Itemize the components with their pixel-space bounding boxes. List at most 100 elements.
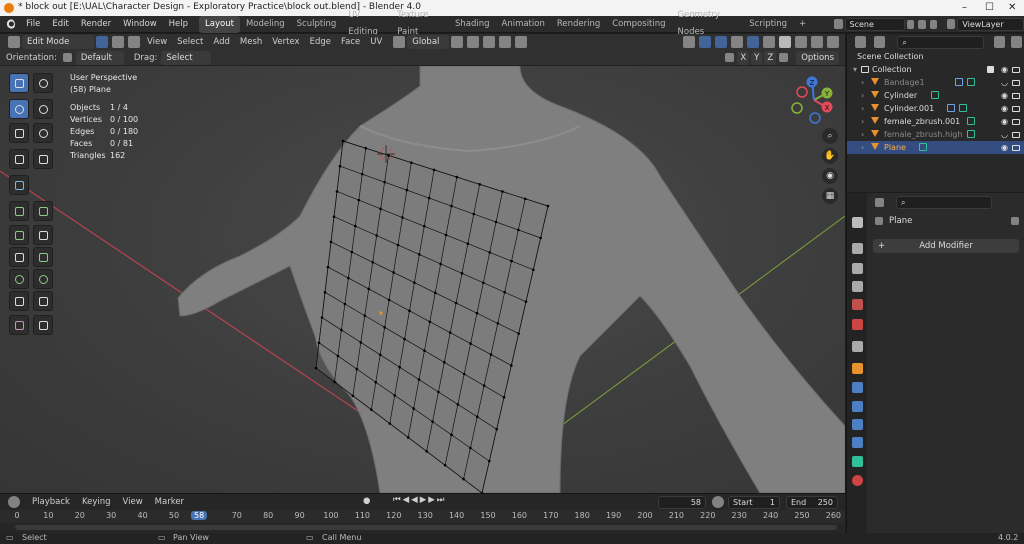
material-shading-icon[interactable]: [795, 36, 807, 48]
end-frame-field[interactable]: End 250: [786, 496, 838, 509]
gizmo-toggle-icon[interactable]: [699, 36, 711, 48]
inset-tool[interactable]: [33, 201, 53, 221]
rendered-shading-icon[interactable]: [811, 36, 823, 48]
transform-dropdown[interactable]: Global: [407, 35, 450, 49]
menu-uv[interactable]: UV: [365, 37, 387, 47]
checkbox-icon[interactable]: [987, 66, 994, 73]
outliner-item[interactable]: › Cylinder.001 ◉: [847, 102, 1024, 115]
pivot-icon[interactable]: [451, 36, 464, 48]
outliner-item[interactable]: › Bandage1 ◡: [847, 76, 1024, 89]
orientation-dropdown[interactable]: Default: [75, 50, 124, 65]
tool-tab-icon[interactable]: [852, 217, 863, 228]
add-cube-tool[interactable]: [9, 175, 29, 195]
transform-tool[interactable]: [33, 123, 53, 143]
menu-select[interactable]: Select: [172, 37, 208, 47]
snap-target-icon[interactable]: [483, 36, 496, 48]
render-tab-icon[interactable]: [852, 243, 863, 254]
object-tab-icon[interactable]: [852, 363, 863, 374]
timeline-editor-type-icon[interactable]: [8, 496, 20, 508]
measure-tool[interactable]: [33, 149, 53, 169]
pin-icon[interactable]: [1011, 217, 1019, 225]
camera-icon[interactable]: [1012, 93, 1020, 99]
output-tab-icon[interactable]: [852, 263, 863, 274]
eye-icon[interactable]: ◉: [1001, 63, 1008, 76]
menu-marker[interactable]: Marker: [149, 497, 190, 507]
eye-icon[interactable]: ◡: [1001, 128, 1008, 141]
material-tab-icon[interactable]: [852, 475, 863, 486]
workspace-tab-animation[interactable]: Animation: [496, 16, 551, 33]
snap-icon[interactable]: [467, 36, 480, 48]
wireframe-shading-icon[interactable]: [763, 36, 775, 48]
menu-help[interactable]: Help: [163, 16, 194, 33]
timeline-scrollbar[interactable]: [15, 525, 837, 530]
falloff-icon[interactable]: [515, 36, 528, 48]
edge-slide-tool[interactable]: [9, 291, 29, 311]
scale-tool[interactable]: [9, 123, 29, 143]
shear-tool[interactable]: [9, 315, 29, 335]
camera-view-icon[interactable]: ◉: [822, 168, 838, 184]
pan-hand-icon[interactable]: ✋: [822, 148, 838, 164]
shading-options-icon[interactable]: [827, 36, 839, 48]
properties-editor-type-icon[interactable]: [875, 198, 884, 207]
camera-icon[interactable]: [1012, 145, 1020, 151]
mirror-z-toggle[interactable]: Z: [764, 50, 777, 65]
smooth-tool[interactable]: [33, 269, 53, 289]
new-collection-icon[interactable]: [1010, 36, 1023, 48]
rip-tool[interactable]: [33, 315, 53, 335]
scene-collection-row[interactable]: Scene Collection: [847, 50, 1024, 63]
physics-tab-icon[interactable]: [852, 419, 863, 430]
camera-icon[interactable]: [1012, 132, 1020, 138]
modifier-tab-icon[interactable]: [852, 382, 863, 393]
outliner-search-input[interactable]: ⌕: [897, 35, 984, 49]
transform-orientation-icon[interactable]: [393, 36, 406, 48]
face-select-icon[interactable]: [128, 36, 140, 48]
knife-tool[interactable]: [9, 247, 29, 267]
add-workspace-button[interactable]: +: [793, 16, 812, 33]
move-tool[interactable]: [9, 99, 29, 119]
menu-edge[interactable]: Edge: [305, 37, 336, 47]
extrude-tool[interactable]: [9, 201, 29, 221]
clock-icon[interactable]: [712, 496, 724, 508]
view-layer-icon[interactable]: [947, 19, 956, 29]
eye-icon[interactable]: ◉: [1001, 115, 1008, 128]
scene-icon[interactable]: [834, 19, 843, 29]
3d-viewport[interactable]: User Perspective (58) Plane Objects 1 / 4…: [0, 66, 845, 493]
shrink-fatten-tool[interactable]: [33, 291, 53, 311]
mesh-overlay-icon[interactable]: [731, 36, 743, 48]
maximize-icon[interactable]: ☐: [985, 2, 994, 13]
start-frame-field[interactable]: Start 1: [728, 496, 780, 509]
camera-icon[interactable]: [1012, 106, 1020, 112]
outliner-item[interactable]: › female_zbrush.001 ◉: [847, 115, 1024, 128]
menu-window[interactable]: Window: [117, 16, 163, 33]
mode-dropdown[interactable]: Edit Mode: [22, 35, 94, 49]
bevel-tool[interactable]: [9, 225, 29, 245]
poly-build-tool[interactable]: [33, 247, 53, 267]
outliner-editor-type-icon[interactable]: [855, 36, 867, 48]
options-dropdown[interactable]: Options: [796, 50, 839, 65]
outliner-item[interactable]: › female_zbrush.high ◡: [847, 128, 1024, 141]
view-layer-field[interactable]: ViewLayer: [957, 17, 1024, 31]
collection-tab-icon[interactable]: [852, 341, 863, 352]
playback-controls-icon[interactable]: ⏮◀◀▶▶⏭: [393, 495, 446, 505]
record-icon[interactable]: ●: [363, 496, 370, 506]
proportional-edit-icon[interactable]: [499, 36, 512, 48]
view-object-types-icon[interactable]: [683, 36, 695, 48]
xray-toggle-icon[interactable]: [747, 36, 759, 48]
workspace-tab-rendering[interactable]: Rendering: [551, 16, 606, 33]
menu-view[interactable]: View: [142, 37, 172, 47]
menu-edit[interactable]: Edit: [46, 16, 74, 33]
mirror-x-toggle[interactable]: X: [737, 50, 750, 65]
menu-playback[interactable]: Playback: [22, 497, 76, 507]
menu-render[interactable]: Render: [75, 16, 117, 33]
mirror-icon[interactable]: [725, 53, 735, 62]
constraints-tab-icon[interactable]: [852, 437, 863, 448]
eye-icon[interactable]: ◡: [1001, 76, 1008, 89]
menu-face[interactable]: Face: [336, 37, 365, 47]
outliner-item[interactable]: › Cylinder ◉: [847, 89, 1024, 102]
collection-row[interactable]: ▾ Collection ◉: [847, 63, 1024, 76]
menu-keying[interactable]: Keying: [76, 497, 117, 507]
rotate-tool[interactable]: [33, 99, 53, 119]
timeline-ruler[interactable]: 0 10 20 30 40 50 70 80 90 100 110 120 130 140 150 160 17…: [0, 510, 845, 523]
scene-field[interactable]: Scene: [844, 17, 905, 31]
scene-tab-icon[interactable]: [852, 299, 863, 310]
